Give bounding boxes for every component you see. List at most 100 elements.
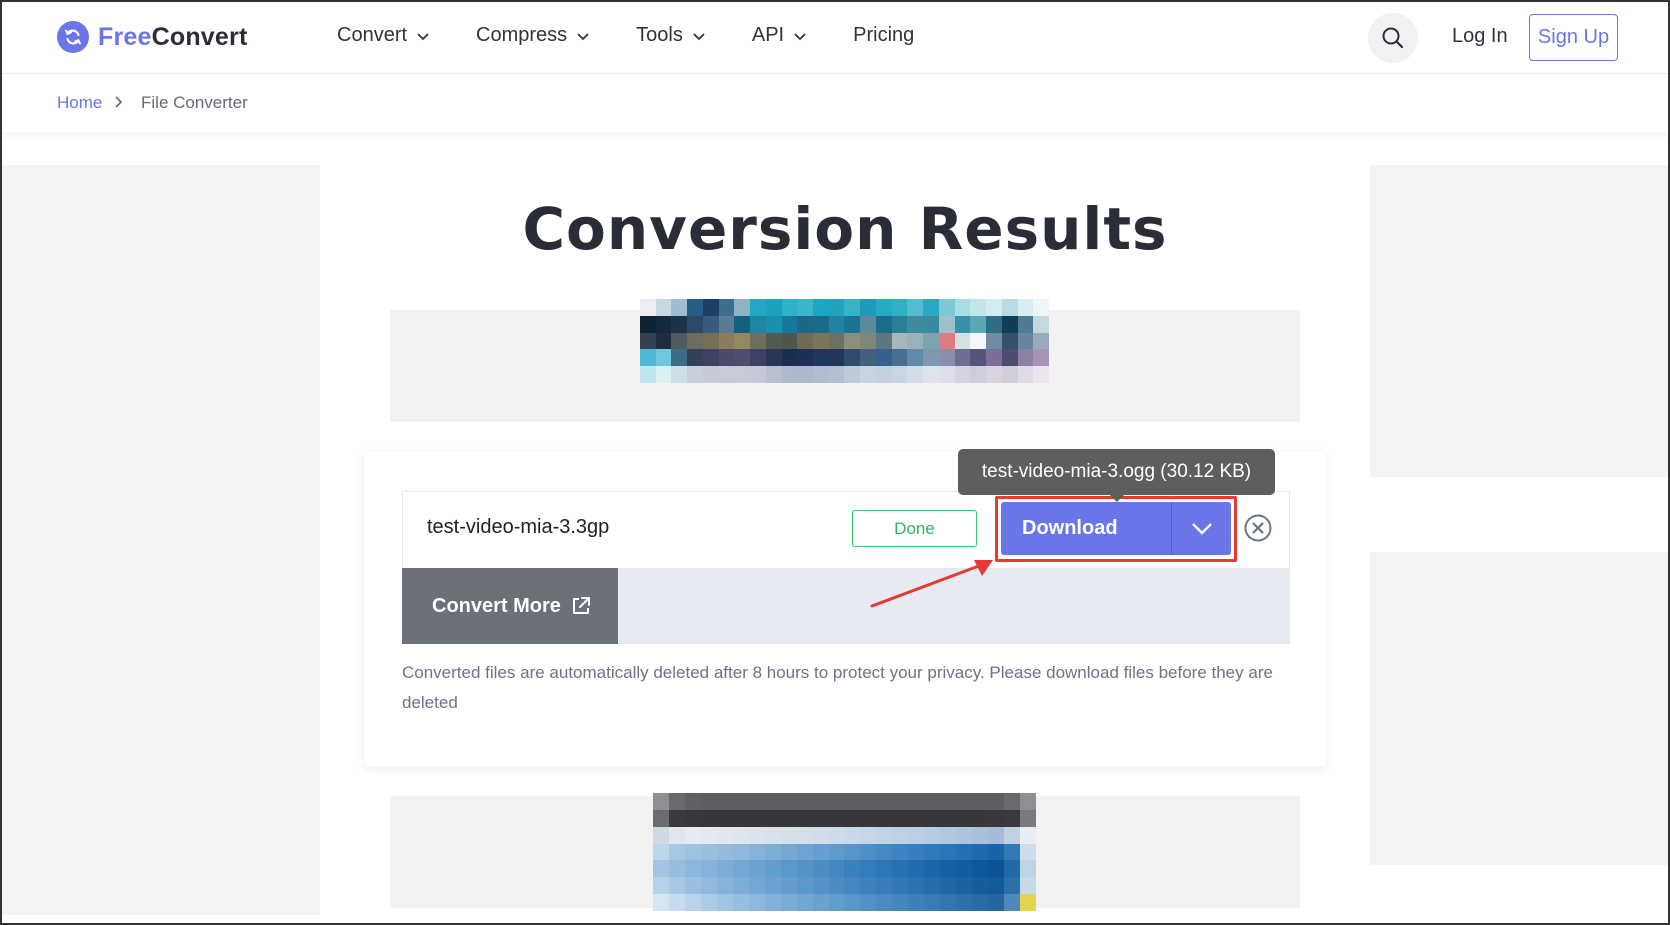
login-link[interactable]: Log In	[1452, 25, 1508, 48]
tooltip-arrow	[1110, 495, 1124, 502]
ad-image-pixel	[860, 877, 877, 895]
ad-image-pixel	[797, 366, 814, 383]
ad-image-pixel	[1001, 315, 1018, 333]
ad-image-pixel	[716, 826, 733, 844]
ad-image-pixel	[797, 349, 814, 367]
ad-image-pixel	[1033, 349, 1049, 367]
ad-image-pixel	[718, 332, 735, 350]
ad-image-pixel	[765, 332, 782, 350]
ad-image-pixel	[750, 349, 766, 367]
ad-image-pixel	[671, 366, 688, 383]
ad-image-pixel	[923, 299, 939, 316]
ad-image-pixel	[1001, 349, 1018, 367]
ad-image-pixel	[940, 860, 957, 878]
search-button[interactable]	[1368, 13, 1418, 63]
ad-image-bottom[interactable]	[653, 793, 1036, 911]
breadcrumb: Home File Converter	[2, 74, 1668, 132]
ad-image-pixel	[668, 809, 685, 827]
ad-image-pixel	[640, 315, 656, 333]
ad-image-top[interactable]	[640, 299, 1049, 383]
ad-image-pixel	[988, 826, 1005, 844]
ad-image-pixel	[844, 366, 861, 383]
ad-image-pixel	[764, 809, 781, 827]
ad-image-pixel	[797, 299, 814, 316]
ad-image-pixel	[781, 315, 798, 333]
ad-image-pixel	[860, 349, 876, 367]
ad-image-pixel	[938, 349, 955, 367]
ad-image-pixel	[812, 877, 829, 895]
ad-image-pixel	[718, 349, 735, 367]
ad-image-pixel	[748, 894, 765, 911]
ad-image-pixel	[875, 366, 892, 383]
logo[interactable]: FreeConvert	[57, 21, 247, 53]
remove-file-button[interactable]	[1243, 513, 1273, 543]
ad-image-pixel	[765, 315, 782, 333]
ad-image-pixel	[875, 332, 892, 350]
ad-image-pixel	[972, 793, 989, 810]
signup-button[interactable]: Sign Up	[1529, 14, 1618, 61]
ad-image-pixel	[765, 349, 782, 367]
nav-convert[interactable]: Convert	[337, 24, 430, 47]
ad-image-pixel	[684, 809, 701, 827]
nav-pricing[interactable]: Pricing	[853, 24, 914, 47]
nav-compress[interactable]: Compress	[476, 24, 590, 47]
ad-image-pixel	[924, 826, 941, 844]
ad-image-pixel	[924, 860, 941, 878]
ad-image-pixel	[986, 315, 1002, 333]
logo-icon	[57, 21, 89, 53]
ad-image-pixel	[972, 843, 989, 861]
ad-image-pixel	[702, 349, 719, 367]
ad-image-pixel	[860, 894, 877, 911]
ad-image-pixel	[844, 877, 861, 895]
ad-image-pixel	[734, 349, 751, 367]
ad-image-pixel	[764, 894, 781, 911]
external-link-icon	[572, 597, 590, 614]
breadcrumb-home[interactable]: Home	[57, 93, 102, 113]
ad-image-pixel	[716, 793, 733, 810]
nav-pricing-label: Pricing	[853, 24, 915, 46]
ad-image-pixel	[716, 894, 733, 911]
ad-image-pixel	[860, 860, 877, 878]
ad-image-pixel	[653, 894, 669, 911]
ad-image-pixel	[875, 299, 892, 316]
ad-image-pixel	[640, 299, 656, 316]
ad-image-pixel	[748, 877, 765, 895]
logo-text-free: Free	[98, 22, 152, 51]
ad-image-pixel	[954, 366, 971, 383]
nav-api[interactable]: API	[752, 24, 807, 47]
ad-image-pixel	[907, 299, 924, 316]
nav-convert-label: Convert	[337, 24, 408, 46]
ad-image-pixel	[734, 332, 751, 350]
ad-image-pixel	[780, 843, 797, 861]
ad-image-pixel	[1001, 299, 1018, 316]
ad-image-pixel	[702, 315, 719, 333]
ad-image-pixel	[702, 299, 719, 316]
ad-image-pixel	[828, 366, 845, 383]
browser-frame: FreeConvert Convert Compress Tools API P…	[0, 0, 1670, 925]
ad-image-pixel	[940, 894, 957, 911]
breadcrumb-current: File Converter	[141, 93, 248, 112]
ad-image-pixel	[844, 315, 861, 333]
close-circle-icon	[1244, 514, 1272, 542]
ad-image-pixel	[796, 843, 813, 861]
ad-image-pixel	[988, 809, 1005, 827]
ad-image-pixel	[986, 332, 1002, 350]
ad-image-pixel	[908, 793, 925, 810]
ad-image-pixel	[988, 894, 1005, 911]
ad-space-right-bottom	[1370, 552, 1668, 865]
nav-tools[interactable]: Tools	[636, 24, 706, 47]
ad-image-pixel	[907, 332, 924, 350]
ad-image-pixel	[892, 826, 909, 844]
ad-image-pixel	[813, 332, 829, 350]
ad-image-pixel	[1020, 826, 1036, 844]
ad-image-pixel	[954, 315, 971, 333]
ad-image-pixel	[940, 843, 957, 861]
ad-image-pixel	[828, 894, 845, 911]
ad-image-pixel	[716, 860, 733, 878]
ad-image-pixel	[970, 299, 987, 316]
ad-image-pixel	[796, 877, 813, 895]
ad-image-pixel	[908, 860, 925, 878]
ad-image-pixel	[653, 809, 669, 827]
convert-more-button[interactable]: Convert More	[402, 568, 618, 644]
ad-image-pixel	[687, 332, 703, 350]
